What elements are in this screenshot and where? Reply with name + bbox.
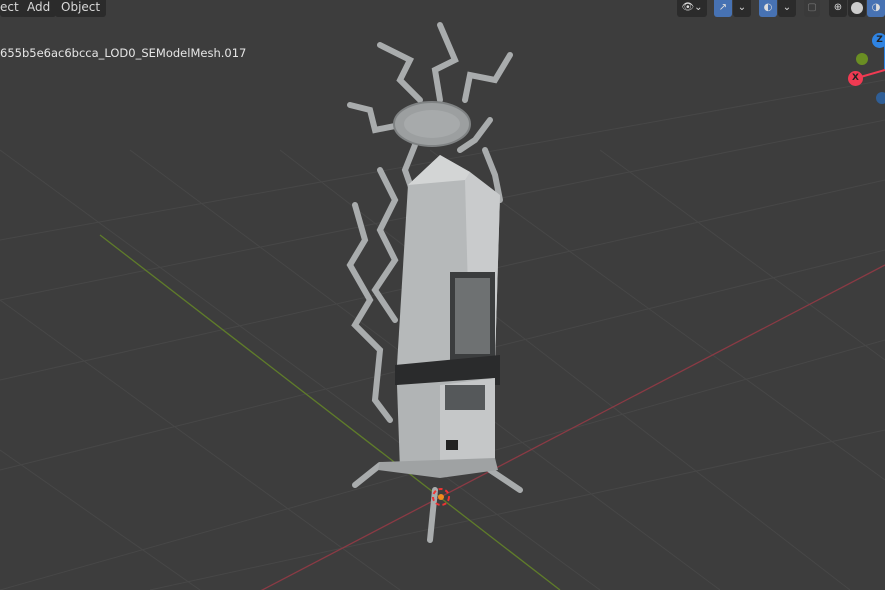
neg-z-axis-handle [876,92,885,104]
object-name-label: 655b5e6ac6bcca_LOD0_SEModelMesh.017 [0,46,247,60]
wireframe-shading-icon[interactable]: ⊕ [829,0,847,17]
xray-icon[interactable]: ▢ [804,0,820,17]
x-axis-line [260,264,885,590]
solid-shading-icon[interactable] [848,0,866,17]
x-axis-handle[interactable]: X [848,71,863,86]
z-axis-handle[interactable]: Z [872,33,885,48]
menu-add[interactable]: Add [21,0,57,17]
model-mesh[interactable] [346,22,523,543]
overlay-icon[interactable]: ◐ [759,0,777,17]
visibility-icon[interactable]: 👁⌄ [677,0,707,17]
overlay-dropdown-chevron-icon[interactable]: ⌄ [778,0,796,17]
material-shading-icon[interactable]: ◑ [867,0,885,17]
3d-viewport[interactable] [0,0,885,590]
gizmo-icon[interactable]: ↗ [714,0,732,17]
gizmo-dropdown-chevron-icon[interactable]: ⌄ [733,0,751,17]
y-axis-handle [856,53,868,65]
menu-object[interactable]: Object [55,0,107,17]
